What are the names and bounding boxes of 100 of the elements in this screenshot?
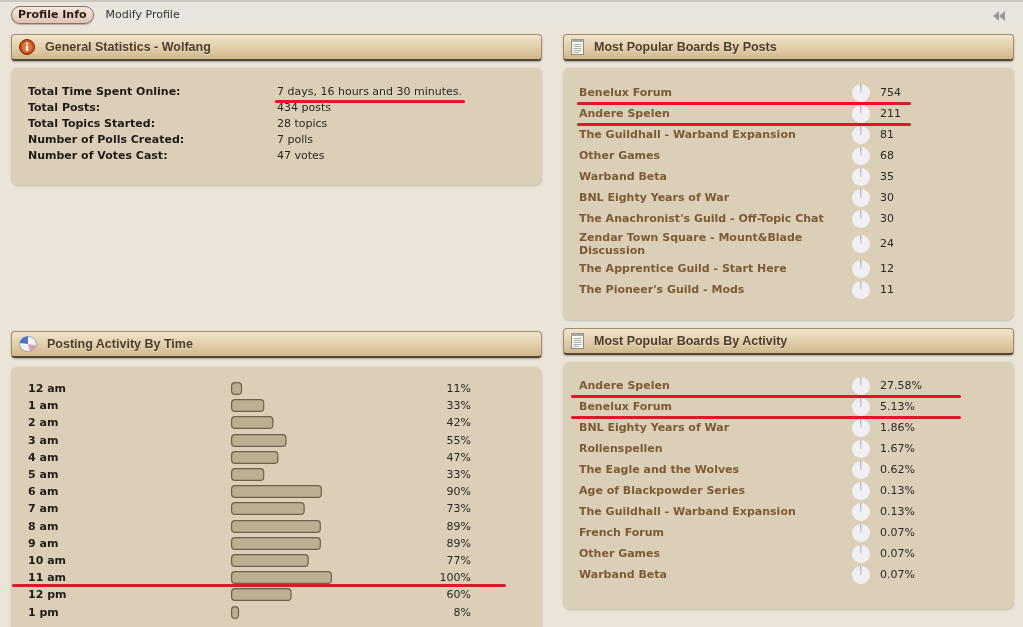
- hour-label: 2 am: [28, 416, 60, 430]
- section-title: Posting Activity By Time: [47, 337, 193, 351]
- document-icon: [571, 333, 584, 349]
- percent-text: 0.07%: [879, 526, 915, 539]
- chart-bar: [231, 588, 292, 602]
- percent-text: 73%: [446, 502, 471, 516]
- hour-label: 6 am: [28, 485, 60, 499]
- chart-bar: [231, 399, 265, 413]
- board-link[interactable]: The Guildhall - Warband Expansion: [579, 128, 844, 141]
- post-count: 11: [879, 283, 894, 296]
- double-chevron-icon[interactable]: [992, 11, 1006, 21]
- hour-label: 12 pm: [28, 588, 68, 602]
- board-link[interactable]: BNL Eighty Years of War: [579, 421, 844, 434]
- info-icon: [19, 39, 35, 55]
- pie-chart-icon: [852, 259, 870, 278]
- pie-chart-icon: [852, 188, 870, 207]
- stat-value: 434 posts: [277, 101, 331, 114]
- hour-label: 5 am: [28, 468, 60, 482]
- pie-chart-icon: [852, 460, 870, 479]
- stat-value: 28 topics: [277, 117, 328, 130]
- board-link[interactable]: The Eagle and the Wolves: [579, 463, 844, 476]
- document-icon: [571, 39, 584, 55]
- percent-text: 42%: [446, 416, 471, 430]
- hour-label: 10 am: [28, 553, 68, 567]
- pie-chart-icon: [19, 336, 37, 352]
- percent-text: 47%: [446, 450, 471, 464]
- chart-bar: [231, 382, 243, 396]
- board-link[interactable]: The Guildhall - Warband Expansion: [579, 505, 844, 518]
- board-link[interactable]: The Pioneer's Guild - Mods: [579, 283, 844, 296]
- post-count: 12: [879, 262, 894, 275]
- hour-label: 1 am: [28, 399, 60, 413]
- pie-chart-icon: [852, 104, 870, 123]
- board-link[interactable]: French Forum: [579, 526, 844, 539]
- post-count: 68: [879, 149, 894, 162]
- profile-tab[interactable]: Modify Profile: [98, 6, 187, 24]
- percent-text: 33%: [446, 399, 471, 413]
- board-link[interactable]: Other Games: [579, 547, 844, 560]
- percent-text: 0.13%: [879, 505, 915, 518]
- pie-chart-icon: [852, 167, 870, 186]
- percent-text: 5.13%: [879, 400, 915, 413]
- board-link[interactable]: The Anachronist's Guild - Off-Topic Chat: [579, 212, 844, 225]
- profile-tab[interactable]: Profile Info: [11, 6, 94, 24]
- board-link[interactable]: The Apprentice Guild - Start Here: [579, 262, 844, 275]
- percent-text: 0.07%: [879, 547, 915, 560]
- section-title: General Statistics - Wolfang: [45, 40, 211, 54]
- percent-text: 1.86%: [879, 421, 915, 434]
- pie-chart-icon: [852, 439, 870, 458]
- board-link[interactable]: Benelux Forum: [579, 400, 844, 413]
- post-count: 211: [879, 107, 901, 120]
- post-count: 24: [879, 237, 894, 250]
- hour-label: 1 pm: [28, 605, 60, 619]
- pie-chart-icon: [852, 209, 870, 228]
- percent-text: 1.67%: [879, 442, 915, 455]
- pie-chart-icon: [852, 146, 870, 165]
- percent-text: 0.07%: [879, 568, 915, 581]
- chart-bar: [231, 605, 240, 619]
- pie-chart-icon: [852, 376, 870, 395]
- section-title: Most Popular Boards By Activity: [594, 334, 788, 348]
- stat-label: Total Topics Started:: [28, 116, 157, 132]
- hour-label: 7 am: [28, 502, 60, 516]
- pie-chart-icon: [852, 234, 870, 253]
- percent-text: 8%: [453, 605, 471, 619]
- percent-text: 89%: [446, 536, 471, 550]
- hour-label: 8 am: [28, 519, 60, 533]
- pie-chart-icon: [852, 502, 870, 521]
- board-link[interactable]: Zendar Town Square - Mount&Blade Discussion: [579, 230, 844, 257]
- hour-label: 12 am: [28, 382, 68, 396]
- chart-bar: [231, 450, 279, 464]
- board-link[interactable]: Age of Blackpowder Series: [579, 484, 844, 497]
- post-count: 754: [879, 86, 901, 99]
- pie-chart-icon: [852, 397, 870, 416]
- post-count: 30: [879, 212, 894, 225]
- pie-chart-icon: [852, 544, 870, 563]
- board-link[interactable]: Andere Spelen: [579, 107, 844, 120]
- hour-label: 3 am: [28, 433, 60, 447]
- percent-text: 100%: [439, 571, 471, 585]
- board-link[interactable]: Benelux Forum: [579, 86, 844, 99]
- board-link[interactable]: Other Games: [579, 149, 844, 162]
- post-count: 81: [879, 128, 894, 141]
- board-link[interactable]: Warband Beta: [579, 170, 844, 183]
- pie-chart-icon: [852, 418, 870, 437]
- board-link[interactable]: BNL Eighty Years of War: [579, 191, 844, 204]
- percent-text: 27.58%: [879, 379, 922, 392]
- chart-bar: [231, 416, 274, 430]
- pie-chart-icon: [852, 125, 870, 144]
- hour-label: 4 am: [28, 450, 60, 464]
- board-link[interactable]: Andere Spelen: [579, 379, 844, 392]
- stat-label: Total Posts:: [28, 100, 102, 116]
- hour-label: 9 am: [28, 536, 60, 550]
- pie-chart-icon: [852, 523, 870, 542]
- percent-text: 33%: [446, 468, 471, 482]
- hour-label: 11 am: [28, 571, 68, 585]
- percent-text: 11%: [446, 382, 471, 396]
- stat-label: Number of Votes Cast:: [28, 148, 169, 164]
- percent-text: 60%: [446, 588, 471, 602]
- chart-bar: [231, 433, 287, 447]
- post-count: 35: [879, 170, 894, 183]
- pie-chart-icon: [852, 565, 870, 584]
- board-link[interactable]: Warband Beta: [579, 568, 844, 581]
- board-link[interactable]: Rollenspellen: [579, 442, 844, 455]
